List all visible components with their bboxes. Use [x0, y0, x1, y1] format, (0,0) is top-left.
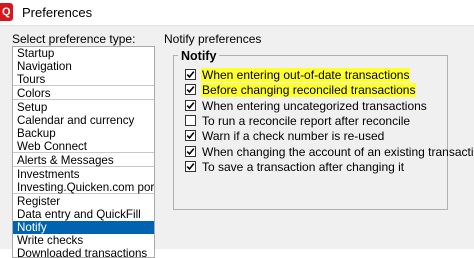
quicken-q-icon: Q [0, 3, 13, 21]
option-label: Warn if a check number is re-used [202, 129, 385, 143]
pref-item-navigation[interactable]: Navigation [13, 60, 154, 73]
window-title: Preferences [22, 5, 93, 20]
pref-item-tours[interactable]: Tours [13, 73, 154, 86]
preferences-content: Select preference type: Startup Navigati… [0, 26, 474, 258]
title-bar: Q Preferences [0, 0, 474, 26]
pref-item-register[interactable]: Register [13, 195, 154, 208]
pref-item-write-checks[interactable]: Write checks [13, 234, 154, 247]
pref-item-web-connect[interactable]: Web Connect [13, 140, 154, 153]
pref-item-colors[interactable]: Colors [13, 87, 154, 100]
pref-item-setup[interactable]: Setup [13, 101, 154, 114]
option-label: To run a reconcile report after reconcil… [202, 114, 411, 128]
notify-preferences-heading: Notify preferences [164, 32, 262, 46]
checkmark-icon [186, 148, 195, 156]
checkmark-icon [186, 132, 195, 140]
pref-item-startup[interactable]: Startup [13, 47, 154, 60]
pref-item-notify[interactable]: Notify [13, 221, 154, 234]
checkbox[interactable] [185, 146, 196, 157]
checkmark-icon [186, 71, 195, 79]
preference-type-list[interactable]: Startup Navigation Tours Colors Setup Ca… [12, 46, 155, 258]
option-label: When entering out-of-date transactions [201, 68, 411, 82]
checkmark-icon [186, 86, 195, 94]
pref-item-data-entry-quickfill[interactable]: Data entry and QuickFill [13, 208, 154, 221]
checkbox[interactable] [185, 69, 196, 80]
preference-type-heading: Select preference type: [12, 32, 136, 46]
pref-item-alerts-messages[interactable]: Alerts & Messages [13, 154, 154, 167]
option-label: When entering uncategorized transactions [202, 99, 427, 113]
pref-item-investments[interactable]: Investments [13, 168, 154, 181]
checkbox[interactable] [185, 115, 196, 126]
checkmark-icon [186, 102, 195, 110]
option-label: When changing the account of an existing… [202, 145, 474, 159]
pref-item-investing-quicken-portfolio[interactable]: Investing.Quicken.com portfolio [13, 181, 154, 194]
pref-item-backup[interactable]: Backup [13, 127, 154, 140]
checkbox[interactable] [185, 161, 196, 172]
checkmark-icon [186, 163, 195, 171]
option-label: To save a transaction after changing it [202, 160, 405, 174]
pref-item-calendar-and-currency[interactable]: Calendar and currency [13, 114, 154, 127]
app-icon-letter: Q [2, 6, 11, 18]
checkbox[interactable] [185, 84, 196, 95]
notify-group-title: Notify [178, 49, 220, 63]
checkbox[interactable] [185, 100, 196, 111]
checkbox[interactable] [185, 130, 196, 141]
option-label: Before changing reconciled transactions [201, 83, 417, 97]
